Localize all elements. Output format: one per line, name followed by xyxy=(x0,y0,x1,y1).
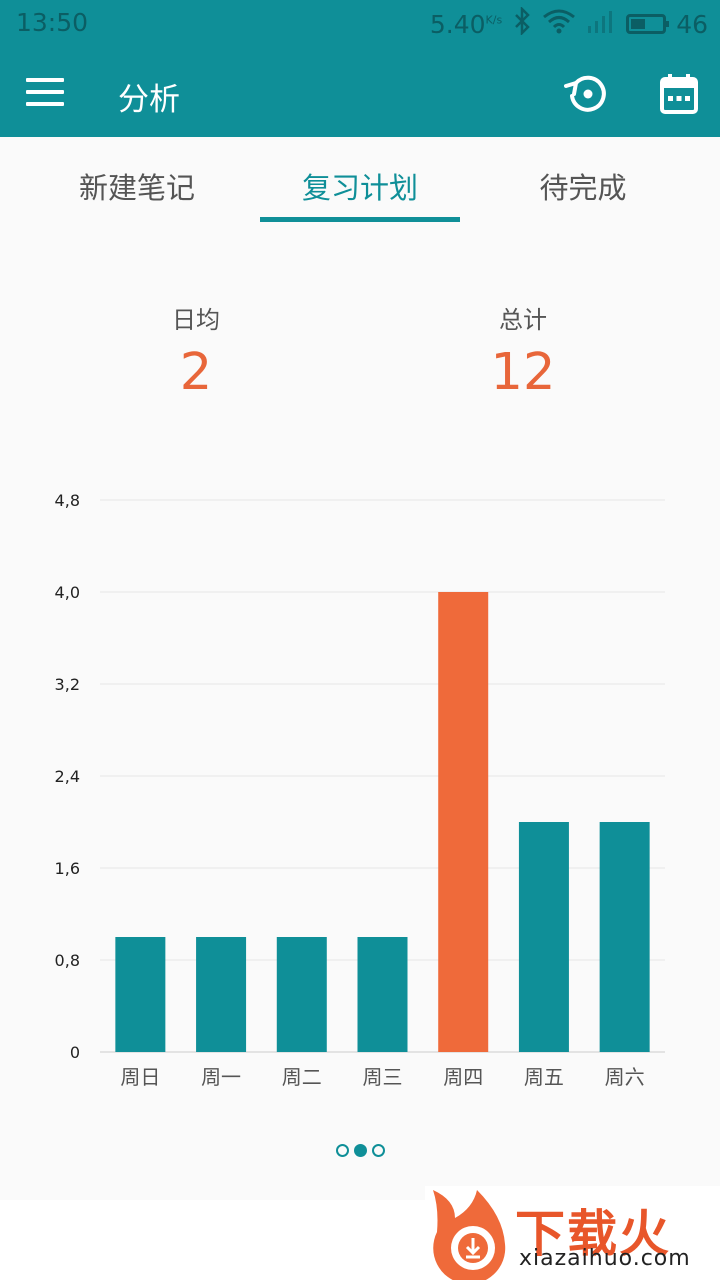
app-bar: 分析 xyxy=(0,48,720,137)
bar-7 xyxy=(599,822,650,1052)
page-title: 分析 xyxy=(118,82,180,118)
tab-new-notes[interactable]: 新建笔记 xyxy=(37,165,237,207)
bar-5 xyxy=(438,592,489,1052)
page-dot-active[interactable] xyxy=(353,1143,367,1157)
bar-6 xyxy=(518,822,569,1052)
total-value: 12 xyxy=(490,343,556,402)
battery-icon xyxy=(626,14,670,34)
battery-level: 46 xyxy=(676,9,708,39)
history-button[interactable] xyxy=(562,70,610,118)
total-stat: 总计 12 xyxy=(423,300,623,402)
calendar-icon xyxy=(660,74,698,114)
menu-button[interactable] xyxy=(18,70,72,114)
watermark-subtext: xiazaihuo.com xyxy=(519,1246,691,1271)
x-tick-label: 周五 xyxy=(524,1065,564,1089)
bar-3 xyxy=(276,937,327,1052)
signal-icon xyxy=(586,8,616,40)
bluetooth-icon xyxy=(512,5,532,41)
y-tick-label: 1,6 xyxy=(55,859,80,878)
page-indicator xyxy=(0,1140,720,1160)
daily-average-stat: 日均 2 xyxy=(96,300,296,402)
y-tick-label: 4,8 xyxy=(55,491,80,510)
total-label: 总计 xyxy=(499,306,547,334)
y-tick-label: 2,4 xyxy=(55,767,80,786)
x-tick-label: 周一 xyxy=(201,1065,241,1089)
flame-logo-icon xyxy=(433,1190,506,1280)
network-speed-value: 5.40 xyxy=(429,9,486,39)
y-tick-label: 3,2 xyxy=(55,675,80,694)
bar-1 xyxy=(115,937,166,1052)
watermark: 下载火 xiazaihuo.com xyxy=(425,1186,720,1280)
page-dot[interactable] xyxy=(371,1143,385,1157)
network-speed-unit: K/s xyxy=(485,13,503,27)
status-icons: 5.40K/s 46 xyxy=(430,5,708,41)
daily-average-value: 2 xyxy=(179,343,213,402)
wifi-icon xyxy=(542,8,576,40)
network-speed: 5.40K/s xyxy=(430,10,502,39)
active-tab-indicator xyxy=(260,217,460,222)
calendar-button[interactable] xyxy=(655,70,703,118)
status-time: 13:50 xyxy=(16,8,89,37)
tab-review-plan[interactable]: 复习计划 xyxy=(260,165,460,207)
battery-fill xyxy=(631,19,646,29)
status-bar: 13:50 5.40K/s 46 xyxy=(0,0,720,48)
bar-4 xyxy=(357,937,408,1052)
x-tick-label: 周六 xyxy=(605,1065,645,1089)
bar-2 xyxy=(196,937,247,1052)
x-tick-label: 周日 xyxy=(120,1065,160,1089)
daily-average-label: 日均 xyxy=(172,306,220,334)
page-dot[interactable] xyxy=(335,1143,349,1157)
history-icon xyxy=(564,75,606,112)
x-tick-label: 周二 xyxy=(282,1065,322,1089)
menu-icon xyxy=(26,78,64,82)
menu-icon-line xyxy=(26,90,64,94)
x-tick-label: 周四 xyxy=(443,1065,483,1089)
analysis-content: 新建笔记 复习计划 待完成 日均 2 总计 12 0 0,8 1,6 2,4 3,2 4,… xyxy=(0,137,720,1200)
y-tick-label: 0 xyxy=(70,1043,80,1062)
tab-pending[interactable]: 待完成 xyxy=(483,165,683,207)
y-tick-label: 0,8 xyxy=(55,951,80,970)
weekly-bar-chart: 0 0,8 1,6 2,4 3,2 4,0 4,8 周日 周一 周二 周三 周四 周五 周六 xyxy=(55,491,665,1089)
menu-icon-line xyxy=(26,102,64,106)
x-tick-label: 周三 xyxy=(363,1065,403,1089)
y-tick-label: 4,0 xyxy=(55,583,80,602)
app-root: 13:50 5.40K/s 46 分析 新建笔记 复习计划 待完成 日均 2 总… xyxy=(0,0,720,1280)
tab-bar: 新建笔记 复习计划 待完成 xyxy=(0,137,720,227)
